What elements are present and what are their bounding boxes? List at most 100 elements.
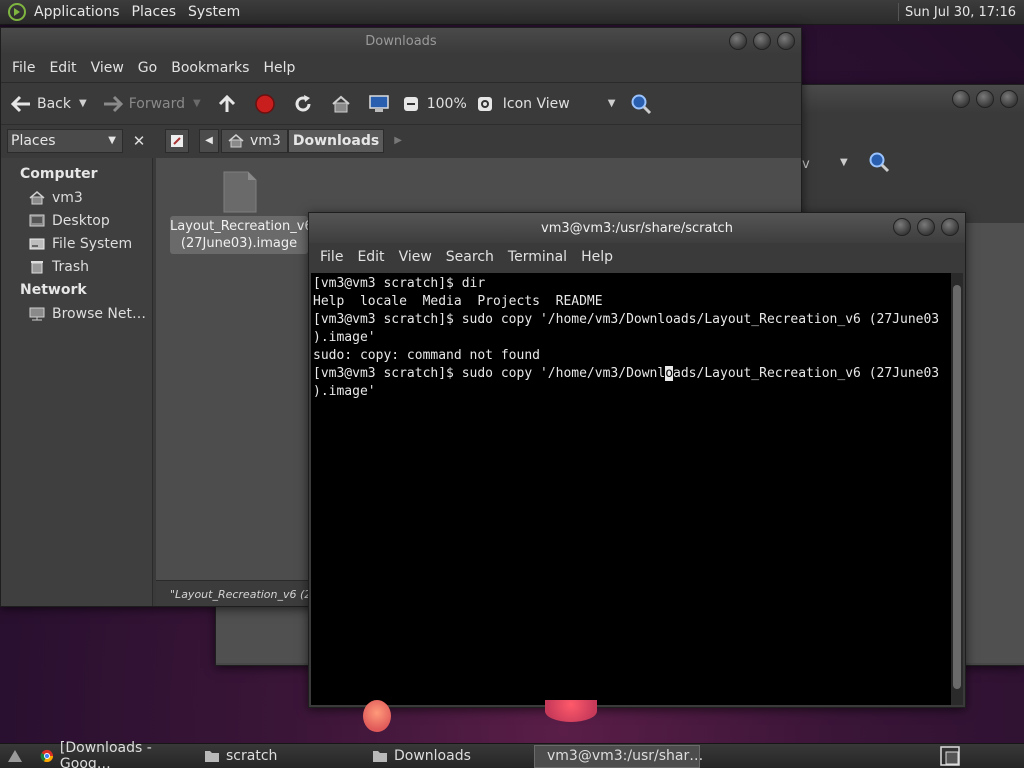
- view-mode-select[interactable]: Icon View ▼: [503, 96, 616, 112]
- sidebar-item-desktop[interactable]: Desktop: [1, 209, 152, 232]
- terminal-line: Help locale Media Projects README: [313, 294, 603, 309]
- maximize-button[interactable]: [917, 218, 935, 236]
- task-scratch[interactable]: scratch: [198, 745, 362, 768]
- stop-icon[interactable]: [253, 92, 277, 116]
- search-icon[interactable]: [868, 151, 890, 177]
- file-manager-menubar: File Edit View Go Bookmarks Help: [1, 54, 801, 82]
- up-arrow-icon[interactable]: [215, 92, 239, 116]
- menu-terminal[interactable]: Terminal: [501, 249, 574, 265]
- menu-file[interactable]: File: [313, 249, 350, 265]
- reload-icon[interactable]: [291, 92, 315, 116]
- text-cursor: o: [665, 366, 674, 381]
- distro-logo-icon[interactable]: [6, 1, 28, 23]
- sidebar-item-trash[interactable]: Trash: [1, 255, 152, 278]
- chevron-right-icon[interactable]: ▶: [394, 135, 402, 146]
- sidebar-heading-network: Network: [20, 282, 87, 298]
- menu-edit[interactable]: Edit: [350, 249, 391, 265]
- home-icon: [228, 133, 244, 147]
- file-item[interactable]: [222, 170, 258, 218]
- edit-location-button[interactable]: [165, 128, 189, 153]
- terminal-menubar: File Edit View Search Terminal Help: [309, 243, 965, 271]
- workspace-switcher-icon[interactable]: [940, 746, 960, 766]
- sidebar-item-browse-network[interactable]: Browse Net…: [1, 302, 152, 325]
- terminal-window[interactable]: vm3@vm3:/usr/share/scratch File Edit Vie…: [308, 212, 966, 708]
- forward-button[interactable]: Forward ▼: [101, 92, 201, 116]
- drive-icon: [29, 238, 45, 249]
- places-menu[interactable]: Places: [126, 4, 183, 20]
- sidebar-item-vm3[interactable]: vm3: [1, 186, 152, 209]
- show-desktop-icon[interactable]: [4, 749, 26, 763]
- menu-help[interactable]: Help: [256, 60, 302, 76]
- zoom-out-icon[interactable]: [399, 92, 423, 116]
- sidebar-item-file-system[interactable]: File System: [1, 232, 152, 255]
- terminal-output[interactable]: [vm3@vm3 scratch]$ dir Help locale Media …: [311, 273, 953, 705]
- system-menu[interactable]: System: [182, 4, 246, 20]
- terminal-line: sudo: copy: command not found: [313, 348, 540, 363]
- file-name-label[interactable]: Layout_Recreation_v6 (27June03).image: [170, 216, 313, 254]
- task-downloads[interactable]: Downloads: [366, 745, 530, 768]
- terminal-line: [vm3@vm3 scratch]$ dir: [313, 276, 486, 291]
- back-history-chevron-icon[interactable]: ▼: [79, 98, 87, 109]
- top-panel: Applications Places System Sun Jul 30, 1…: [0, 0, 1024, 25]
- generic-file-icon: [223, 171, 257, 213]
- menu-file[interactable]: File: [5, 60, 42, 76]
- terminal-line: ).image': [313, 330, 376, 345]
- computer-icon[interactable]: [367, 92, 391, 116]
- minimize-button[interactable]: [893, 218, 911, 236]
- menu-go[interactable]: Go: [131, 60, 164, 76]
- close-button[interactable]: [941, 218, 959, 236]
- location-bar: Places ▼ ✕ ◀ vm3 Downloads ▶: [1, 124, 801, 156]
- background-window-label: v: [802, 157, 810, 172]
- window-title: Downloads: [365, 33, 437, 49]
- chevron-down-icon[interactable]: ▼: [840, 157, 848, 168]
- panel-separator: [898, 3, 900, 21]
- scrollbar-thumb[interactable]: [953, 285, 961, 689]
- menu-help[interactable]: Help: [574, 249, 620, 265]
- places-combo[interactable]: Places ▼: [7, 128, 123, 153]
- back-arrow-icon: [9, 92, 33, 116]
- menu-edit[interactable]: Edit: [42, 60, 83, 76]
- menu-view[interactable]: View: [392, 249, 439, 265]
- home-icon[interactable]: [329, 92, 353, 116]
- maximize-button[interactable]: [976, 90, 994, 108]
- network-icon: [29, 307, 45, 320]
- back-button[interactable]: Back ▼: [9, 92, 87, 116]
- task-terminal[interactable]: vm3@vm3:/usr/shar…: [534, 744, 703, 768]
- path-left-arrow[interactable]: ◀: [199, 128, 219, 153]
- terminal-input-line[interactable]: [vm3@vm3 scratch]$ sudo copy '/home/vm3/…: [313, 365, 953, 383]
- close-button[interactable]: [1000, 90, 1018, 108]
- forward-history-chevron-icon[interactable]: ▼: [193, 98, 201, 109]
- close-sidebar-icon[interactable]: ✕: [129, 132, 149, 150]
- folder-icon: [205, 751, 219, 762]
- file-manager-titlebar[interactable]: Downloads: [1, 28, 801, 54]
- task-chrome-downloads[interactable]: [Downloads - Goog…: [34, 740, 194, 768]
- close-button[interactable]: [777, 32, 795, 50]
- forward-arrow-icon: [101, 92, 125, 116]
- chrome-icon: [40, 749, 54, 763]
- menu-bookmarks[interactable]: Bookmarks: [164, 60, 256, 76]
- home-folder-icon: [29, 190, 45, 204]
- search-icon[interactable]: [629, 92, 653, 116]
- taskbar: [Downloads - Goog… scratch Downloads vm3…: [0, 740, 1024, 768]
- minimize-button[interactable]: [952, 90, 970, 108]
- applications-menu[interactable]: Applications: [28, 4, 126, 20]
- terminal-titlebar[interactable]: vm3@vm3:/usr/share/scratch: [309, 213, 965, 243]
- chevron-down-icon: ▼: [607, 98, 616, 109]
- maximize-button[interactable]: [753, 32, 771, 50]
- path-button-vm3[interactable]: vm3: [221, 128, 288, 153]
- wallpaper-blob: [363, 700, 391, 732]
- terminal-scrollbar[interactable]: [951, 273, 963, 705]
- zoom-level[interactable]: 100%: [427, 96, 467, 112]
- chevron-down-icon: ▼: [108, 135, 116, 146]
- menu-search[interactable]: Search: [439, 249, 501, 265]
- path-button-downloads[interactable]: Downloads: [287, 128, 385, 153]
- file-manager-toolbar: Back ▼ Forward ▼ 100% Icon View ▼: [1, 82, 801, 124]
- zoom-in-icon[interactable]: [473, 92, 497, 116]
- trash-icon: [31, 260, 43, 273]
- terminal-line: [vm3@vm3 scratch]$ sudo copy '/home/vm3/…: [313, 312, 940, 327]
- clock[interactable]: Sun Jul 30, 17:16: [905, 5, 1024, 20]
- minimize-button[interactable]: [729, 32, 747, 50]
- terminal-line: ).image': [313, 384, 376, 399]
- menu-view[interactable]: View: [84, 60, 131, 76]
- window-title: vm3@vm3:/usr/share/scratch: [541, 220, 733, 236]
